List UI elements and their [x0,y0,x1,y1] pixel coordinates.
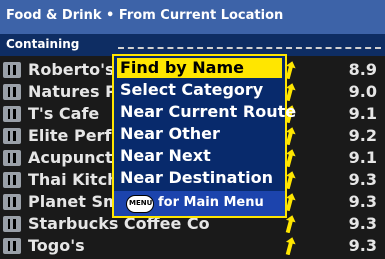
list-item-distance: 8.9 [348,60,377,79]
list-item-distance: 9.2 [348,126,377,145]
fork-knife-icon [3,216,21,232]
list-item-distance: 9.3 [348,192,377,211]
list-item[interactable]: Togo's 9.3 [0,235,385,257]
menu-item-near-other[interactable]: Near Other [117,124,282,144]
list-item-distance: 9.1 [348,104,377,123]
menu-item-label: Select Category [120,80,264,99]
menu-item-label: Near Other [120,124,220,143]
menu-button-icon[interactable]: MENU [126,195,154,213]
fork-knife-icon [3,128,21,144]
menu-item-label: Find by Name [120,58,244,77]
fork-knife-icon [3,62,21,78]
menu-item-label: Near Next [120,146,211,165]
menu-footer-text: for Main Menu [158,195,264,210]
fork-knife-icon [3,106,21,122]
list-item-distance: 9.3 [348,170,377,189]
containing-bar[interactable]: Containing [0,34,385,56]
menu-item-label: Near Destination [120,168,273,187]
page-header: Food & Drink • From Current Location [0,0,385,34]
menu-item-near-current-route[interactable]: Near Current Route [117,102,296,122]
fork-knife-icon [3,84,21,100]
fork-knife-icon [3,194,21,210]
list-item-distance: 9.0 [348,82,377,101]
menu-item-select-category[interactable]: Select Category [117,80,282,100]
list-item-name: Togo's [28,236,85,255]
containing-input[interactable] [118,47,381,49]
menu-item-label: Near Current Route [120,102,297,121]
fork-knife-icon [3,150,21,166]
direction-arrow-icon [285,237,296,255]
menu-item-find-by-name[interactable]: Find by Name [117,58,282,78]
menu-item-near-next[interactable]: Near Next [117,146,282,166]
menu-footer: MENU for Main Menu [114,191,285,216]
list-item-distance: 9.3 [348,236,377,255]
fork-knife-icon [3,172,21,188]
list-item-distance: 9.1 [348,148,377,167]
list-item-distance: 9.3 [348,214,377,233]
options-menu: Find by Name Select Category Near Curren… [112,54,296,218]
page-title: Food & Drink • From Current Location [6,8,284,23]
menu-item-near-destination[interactable]: Near Destination [117,168,282,188]
list-item-name: T's Cafe [28,104,100,123]
fork-knife-icon [3,238,21,254]
containing-label: Containing [6,37,80,51]
